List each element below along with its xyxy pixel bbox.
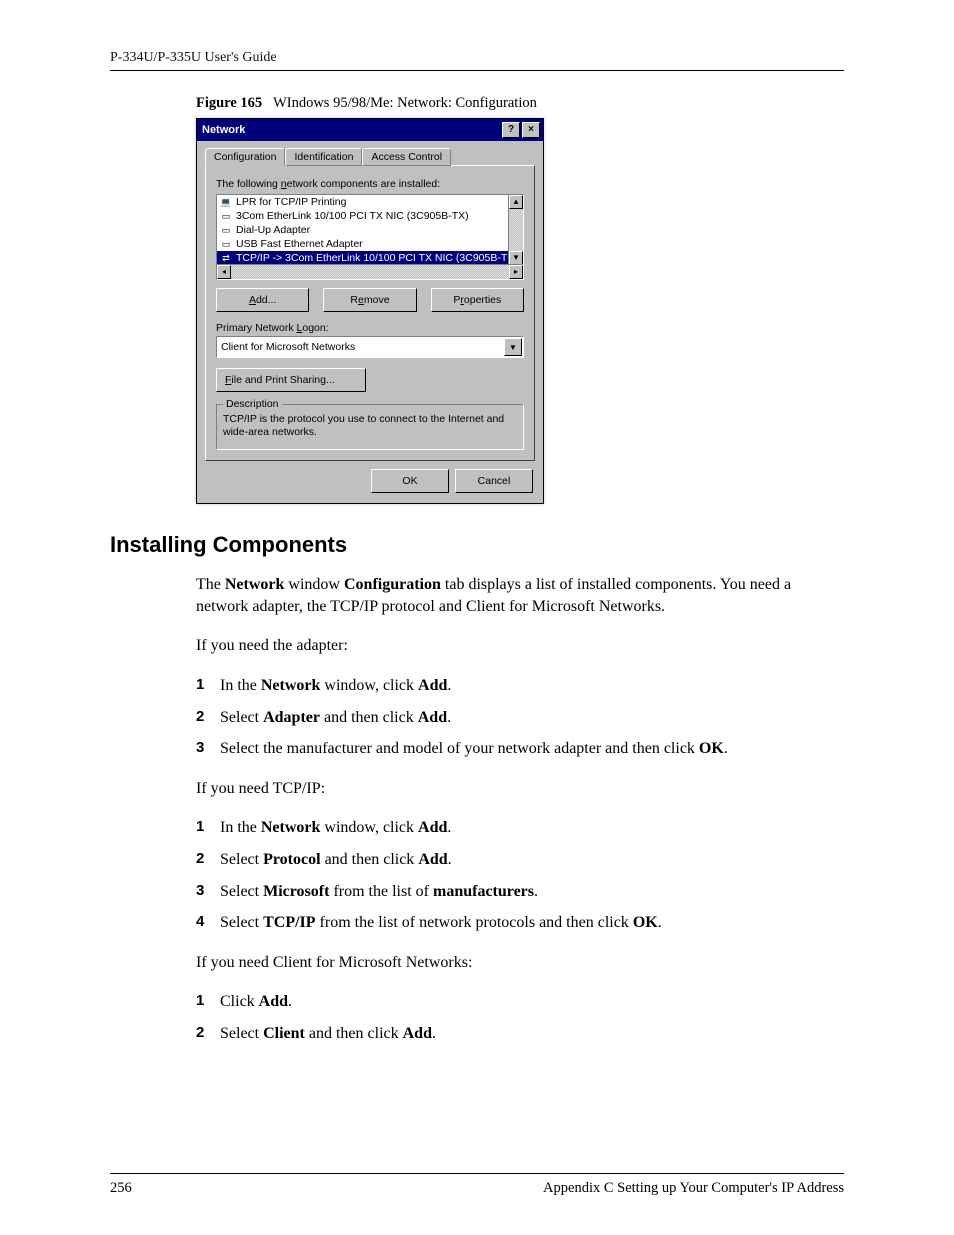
- tab-panel-configuration: The following network components are ins…: [205, 165, 535, 461]
- client-steps: Click Add. Select Client and then click …: [196, 991, 844, 1044]
- network-dialog: Network ? × Configuration Identification…: [196, 118, 544, 504]
- file-print-sharing-button[interactable]: File and Print Sharing...: [216, 368, 366, 392]
- step: Click Add.: [196, 991, 844, 1013]
- help-icon: ?: [508, 125, 514, 135]
- tab-strip: Configuration Identification Access Cont…: [205, 147, 535, 165]
- properties-button[interactable]: Properties: [431, 288, 524, 312]
- figure-label: Figure 165: [196, 95, 262, 111]
- list-item[interactable]: 💻LPR for TCP/IP Printing: [217, 195, 523, 209]
- cancel-button[interactable]: Cancel: [455, 469, 533, 493]
- figure-caption: Figure 165 WIndows 95/98/Me: Network: Co…: [196, 95, 844, 112]
- dropdown-button[interactable]: ▼: [504, 338, 522, 356]
- components-listbox[interactable]: 💻LPR for TCP/IP Printing ▭3Com EtherLink…: [216, 194, 524, 280]
- client-icon: 💻: [219, 196, 233, 208]
- step: In the Network window, click Add.: [196, 817, 844, 839]
- step: Select Adapter and then click Add.: [196, 707, 844, 729]
- ok-button[interactable]: OK: [371, 469, 449, 493]
- add-button[interactable]: Add...: [216, 288, 309, 312]
- description-groupbox: Description TCP/IP is the protocol you u…: [216, 404, 524, 450]
- running-head: P-334U/P-335U User's Guide: [110, 50, 844, 66]
- scroll-right-icon[interactable]: ▸: [509, 265, 523, 279]
- scroll-left-icon[interactable]: ◂: [217, 265, 231, 279]
- primary-logon-label: Primary Network Logon:: [216, 322, 524, 334]
- combo-value: Client for Microsoft Networks: [221, 341, 355, 353]
- page-number: 256: [110, 1180, 132, 1197]
- tab-configuration[interactable]: Configuration: [205, 148, 285, 166]
- page-footer: 256 Appendix C Setting up Your Computer'…: [110, 1173, 844, 1197]
- header-rule: [110, 70, 844, 71]
- tab-access-control[interactable]: Access Control: [362, 148, 451, 166]
- adapter-icon: ▭: [219, 210, 233, 222]
- step: Select the manufacturer and model of you…: [196, 738, 844, 760]
- adapter-icon: ▭: [219, 238, 233, 250]
- chevron-down-icon: ▼: [509, 343, 517, 352]
- scroll-up-icon[interactable]: ▲: [509, 195, 523, 209]
- tab-identification[interactable]: Identification: [285, 148, 362, 166]
- help-button[interactable]: ?: [502, 122, 520, 138]
- description-legend: Description: [223, 398, 282, 410]
- protocol-icon: ⇄: [219, 252, 233, 264]
- tcpip-steps: In the Network window, click Add. Select…: [196, 817, 844, 933]
- titlebar-text: Network: [200, 124, 500, 136]
- adapter-icon: ▭: [219, 224, 233, 236]
- section-heading: Installing Components: [110, 532, 844, 558]
- step: Select Protocol and then click Add.: [196, 849, 844, 871]
- step: Select TCP/IP from the list of network p…: [196, 912, 844, 934]
- need-client-label: If you need Client for Microsoft Network…: [196, 952, 844, 974]
- horizontal-scrollbar[interactable]: ◂ ▸: [217, 264, 523, 279]
- scroll-track[interactable]: [231, 265, 509, 279]
- scroll-track[interactable]: [509, 209, 523, 251]
- list-item[interactable]: ⇄TCP/IP -> 3Com EtherLink 10/100 PCI TX …: [217, 251, 523, 265]
- close-icon: ×: [528, 125, 534, 135]
- step: In the Network window, click Add.: [196, 675, 844, 697]
- figure-caption-text: WIndows 95/98/Me: Network: Configuration: [273, 95, 537, 111]
- scroll-down-icon[interactable]: ▼: [509, 251, 523, 265]
- list-item[interactable]: ▭Dial-Up Adapter: [217, 223, 523, 237]
- list-item[interactable]: ▭3Com EtherLink 10/100 PCI TX NIC (3C905…: [217, 209, 523, 223]
- primary-logon-combo[interactable]: Client for Microsoft Networks ▼: [216, 336, 524, 358]
- appendix-label: Appendix C Setting up Your Computer's IP…: [543, 1180, 844, 1197]
- vertical-scrollbar[interactable]: ▲ ▼: [508, 195, 523, 265]
- step: Select Microsoft from the list of manufa…: [196, 881, 844, 903]
- description-text: TCP/IP is the protocol you use to connec…: [223, 413, 517, 439]
- components-label: The following network components are ins…: [216, 178, 524, 190]
- intro-paragraph: The Network window Configuration tab dis…: [196, 574, 844, 617]
- adapter-steps: In the Network window, click Add. Select…: [196, 675, 844, 760]
- remove-button[interactable]: Remove: [323, 288, 416, 312]
- step: Select Client and then click Add.: [196, 1023, 844, 1045]
- close-button[interactable]: ×: [522, 122, 540, 138]
- need-tcpip-label: If you need TCP/IP:: [196, 778, 844, 800]
- need-adapter-label: If you need the adapter:: [196, 635, 844, 657]
- titlebar[interactable]: Network ? ×: [197, 119, 543, 141]
- list-item[interactable]: ▭USB Fast Ethernet Adapter: [217, 237, 523, 251]
